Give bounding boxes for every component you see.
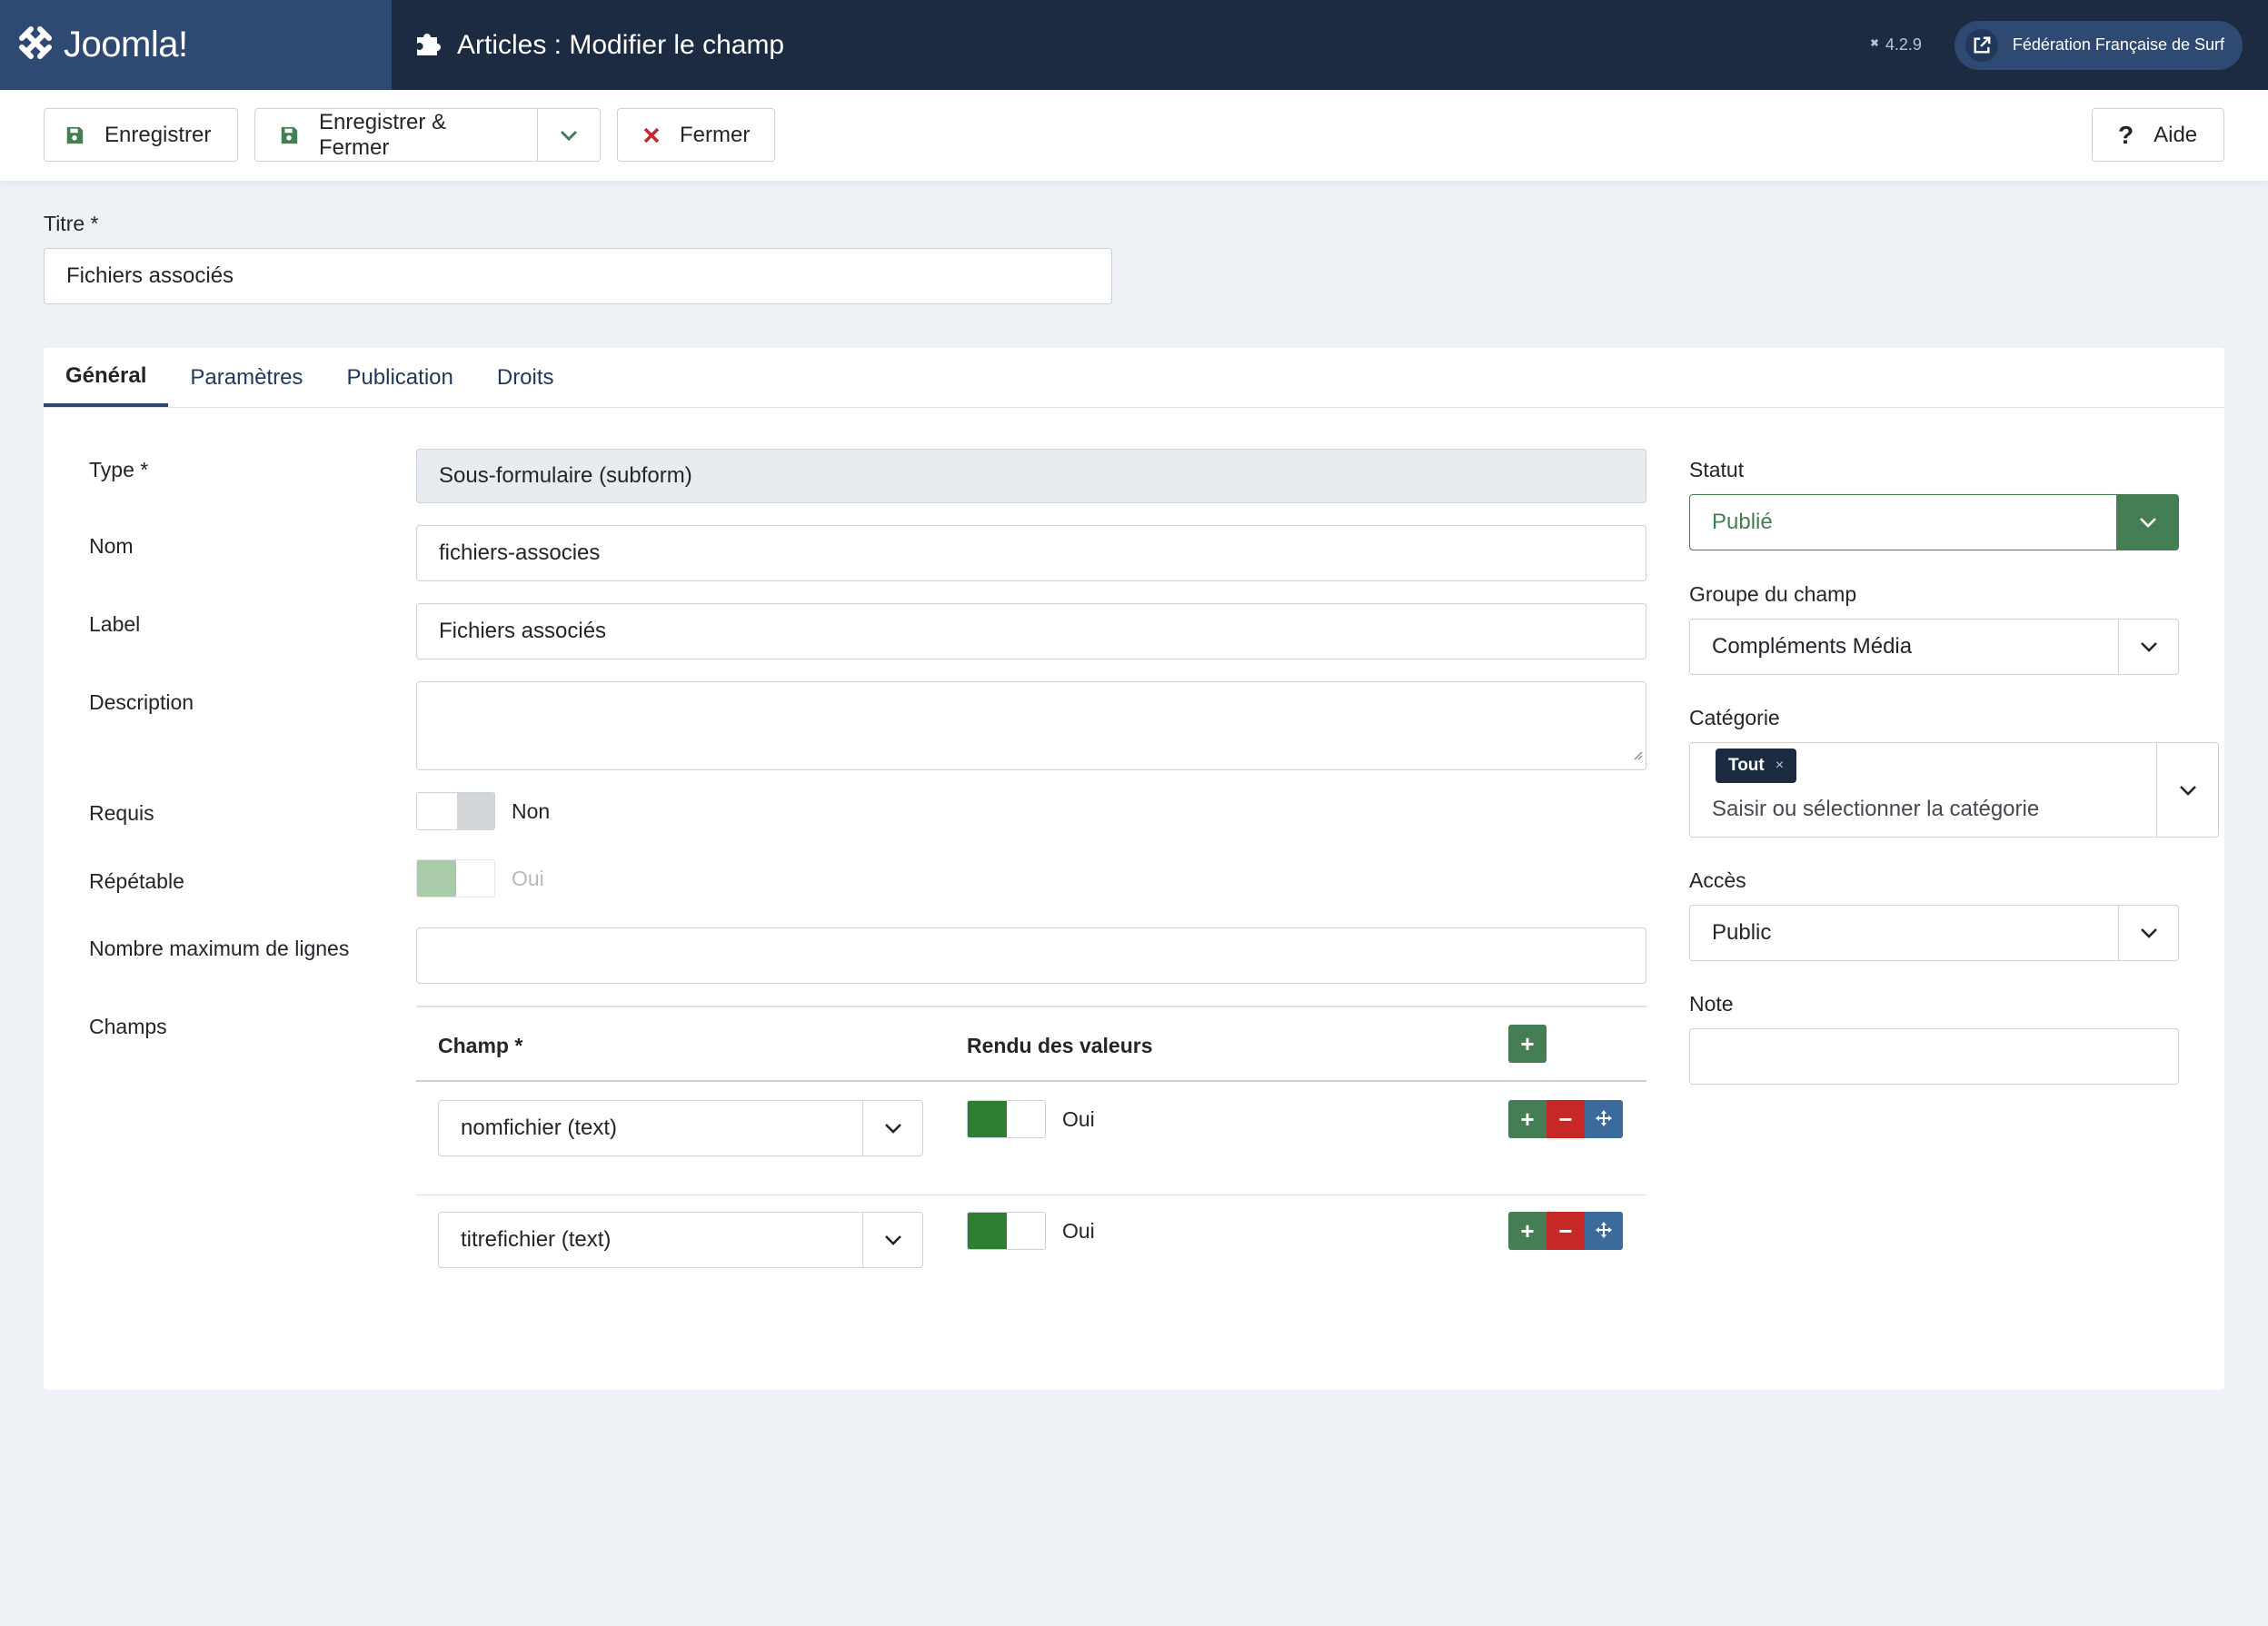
subform-row-2-field-select[interactable]: titrefichier (text) — [438, 1212, 923, 1268]
label-label: Label — [89, 612, 141, 636]
row-1-add-button[interactable]: + — [1508, 1100, 1547, 1138]
close-x-icon — [643, 127, 660, 144]
status-select[interactable]: Publié — [1689, 494, 2179, 550]
subform-row-1-render-value: Oui — [1062, 1107, 1095, 1131]
category-label: Catégorie — [1689, 706, 1780, 729]
save-close-split-button: Enregistrer & Fermer — [254, 108, 601, 162]
move-icon — [1595, 1217, 1613, 1245]
access-select[interactable]: Public — [1689, 905, 2179, 961]
status-label: Statut — [1689, 458, 1745, 481]
version-badge: 4.2.9 — [1867, 35, 1922, 55]
minus-icon: − — [1558, 1216, 1573, 1244]
plus-icon: + — [1520, 1029, 1535, 1057]
chevron-down-icon — [2116, 495, 2178, 550]
joomla-logo-text: Joomla! — [64, 25, 188, 64]
save-close-button[interactable]: Enregistrer & Fermer — [319, 110, 521, 161]
type-label: Type * — [89, 458, 149, 481]
joomla-logo-icon — [15, 22, 56, 68]
subform-row-1-render-toggle[interactable] — [967, 1100, 1046, 1138]
chevron-down-icon — [2156, 743, 2218, 837]
subform-row-1-field-select[interactable]: nomfichier (text) — [438, 1100, 923, 1156]
field-group-select[interactable]: Compléments Média — [1689, 619, 2179, 675]
plus-icon: + — [1520, 1216, 1535, 1244]
note-input[interactable] — [1689, 1028, 2179, 1085]
row-2-add-button[interactable]: + — [1508, 1212, 1547, 1250]
row-2-move-handle[interactable] — [1585, 1212, 1623, 1250]
question-icon: ? — [2118, 120, 2134, 149]
repeatable-toggle — [416, 859, 495, 897]
tab-general[interactable]: Général — [44, 348, 169, 407]
save-icon — [279, 125, 299, 145]
tab-bar: Général Paramètres Publication Droits — [44, 348, 2224, 408]
subform-top-border — [416, 1006, 1646, 1007]
name-input[interactable]: fichiers-associes — [416, 525, 1646, 581]
chevron-down-icon — [862, 1101, 922, 1155]
subform-header-border — [416, 1080, 1646, 1082]
type-field: Sous-formulaire (subform) — [416, 449, 1646, 503]
chevron-down-icon — [2118, 620, 2178, 674]
description-label: Description — [89, 690, 194, 714]
save-options-dropdown[interactable] — [536, 109, 600, 161]
fields-label: Champs — [89, 1015, 167, 1038]
site-link-button[interactable]: Fédération Française de Surf — [1954, 20, 2243, 70]
tab-parameters[interactable]: Paramètres — [168, 348, 324, 407]
col-render-header: Rendu des valeurs — [967, 1034, 1153, 1057]
row-1-remove-button[interactable]: − — [1547, 1100, 1585, 1138]
joomla-logo[interactable]: Joomla! — [0, 0, 392, 90]
category-select[interactable]: Tout × Saisir ou sélectionner la catégor… — [1689, 742, 2219, 838]
move-icon — [1595, 1105, 1613, 1134]
external-link-icon — [1965, 28, 1998, 62]
category-tag: Tout × — [1716, 749, 1797, 783]
minus-icon: − — [1558, 1105, 1573, 1133]
required-label: Requis — [89, 801, 154, 825]
site-name: Fédération Française de Surf — [2012, 35, 2224, 54]
field-group-label: Groupe du champ — [1689, 582, 1857, 606]
title-input[interactable]: Fichiers associés — [44, 248, 1112, 304]
tab-rights[interactable]: Droits — [475, 348, 576, 407]
top-header: Joomla! Articles : Modifier le champ 4.2… — [0, 0, 2268, 90]
required-toggle[interactable] — [416, 792, 495, 830]
save-button[interactable]: Enregistrer — [44, 108, 238, 162]
title-label: Titre * — [44, 212, 99, 235]
help-button[interactable]: ? Aide — [2092, 108, 2224, 162]
add-row-button[interactable]: + — [1508, 1025, 1547, 1063]
joomla-small-icon — [1867, 35, 1882, 55]
chevron-down-icon — [2118, 906, 2178, 960]
puzzle-icon — [413, 28, 443, 62]
access-label: Accès — [1689, 868, 1746, 892]
chevron-down-icon — [862, 1213, 922, 1267]
name-label: Nom — [89, 534, 134, 558]
tab-publication[interactable]: Publication — [324, 348, 474, 407]
resize-handle-icon[interactable] — [1632, 741, 1643, 767]
toolbar: Enregistrer Enregistrer & Fermer Fermer … — [0, 90, 2268, 181]
repeatable-value: Oui — [512, 867, 544, 890]
label-input[interactable]: Fichiers associés — [416, 603, 1646, 659]
plus-icon: + — [1520, 1105, 1535, 1133]
col-field-header: Champ * — [438, 1034, 523, 1057]
max-rows-input[interactable] — [416, 927, 1646, 984]
row-1-move-handle[interactable] — [1585, 1100, 1623, 1138]
page-title: Articles : Modifier le champ — [457, 29, 785, 60]
category-placeholder: Saisir ou sélectionner la catégorie — [1712, 797, 2040, 821]
chevron-down-icon — [559, 123, 579, 148]
close-button[interactable]: Fermer — [617, 108, 775, 162]
description-textarea[interactable] — [416, 681, 1646, 770]
tag-remove-icon[interactable]: × — [1776, 758, 1784, 774]
row-2-remove-button[interactable]: − — [1547, 1212, 1585, 1250]
repeatable-label: Répétable — [89, 869, 184, 893]
subform-row-2-render-value: Oui — [1062, 1219, 1095, 1243]
main-card: Général Paramètres Publication Droits Ty… — [44, 348, 2224, 1390]
required-value: Non — [512, 799, 551, 823]
subform-row-2-render-toggle[interactable] — [967, 1212, 1046, 1250]
max-rows-label: Nombre maximum de lignes — [89, 937, 350, 960]
note-label: Note — [1689, 992, 1734, 1016]
save-icon — [65, 125, 85, 145]
